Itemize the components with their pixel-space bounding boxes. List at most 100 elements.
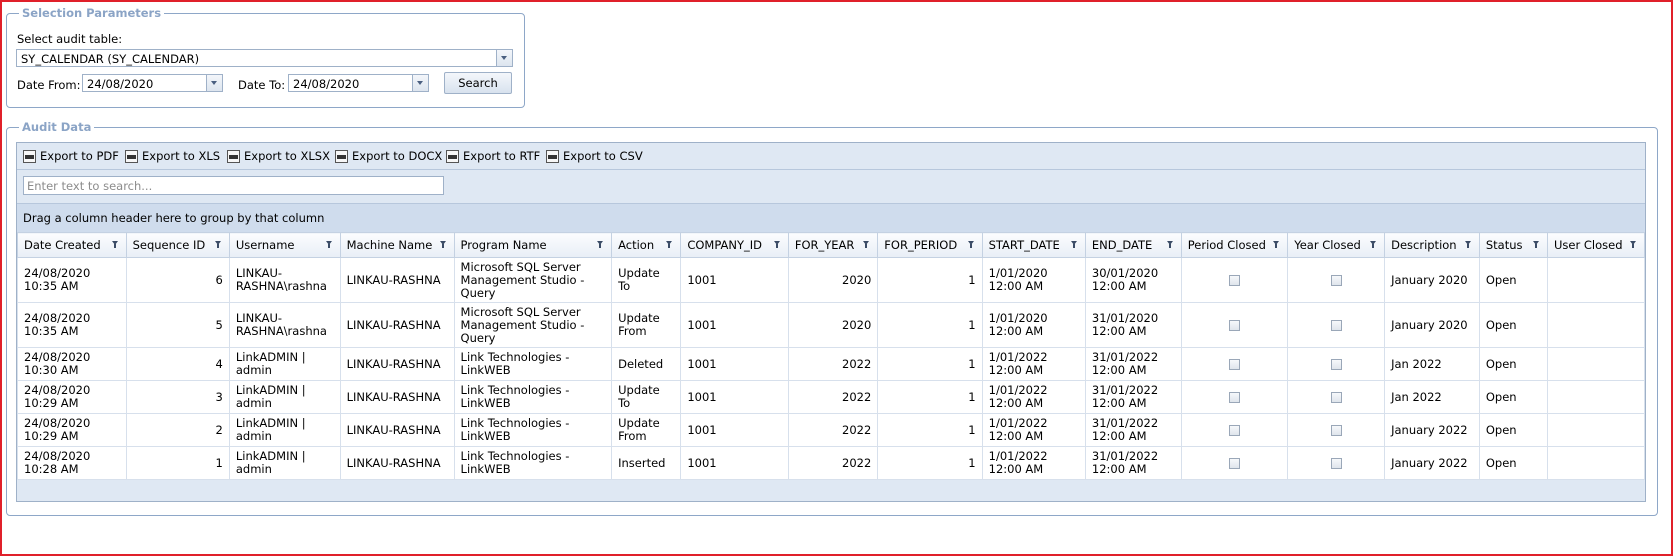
program-name-line: LinkWEB: [460, 462, 511, 476]
period-closed-checkbox[interactable]: [1228, 457, 1240, 469]
filter-icon[interactable]: [214, 241, 221, 248]
filter-icon[interactable]: [967, 241, 974, 248]
column-header-year-closed[interactable]: Year Closed: [1287, 232, 1386, 258]
chevron-down-icon[interactable]: [496, 50, 512, 66]
cell-end-date: 31/01/2020 12:00 AM: [1084, 302, 1182, 348]
filter-icon[interactable]: [1166, 241, 1173, 248]
column-header-date-created[interactable]: Date Created: [17, 232, 127, 258]
filter-icon[interactable]: [1464, 241, 1471, 248]
search-input[interactable]: [27, 178, 437, 193]
cell-start-date: 1/01/2022 12:00 AM: [981, 413, 1086, 447]
export-xls-button[interactable]: Export to XLS: [125, 149, 220, 163]
audit-table-select[interactable]: SY_CALENDAR (SY_CALENDAR): [16, 49, 513, 67]
period-closed-checkbox[interactable]: [1228, 391, 1240, 403]
date-created-line: 10:30 AM: [24, 363, 79, 377]
filter-icon[interactable]: [863, 241, 870, 248]
period-closed-checkbox[interactable]: [1228, 319, 1240, 331]
year-closed-checkbox[interactable]: [1330, 274, 1342, 286]
filter-icon[interactable]: [1533, 241, 1539, 248]
cell-for-period: 1: [877, 380, 983, 414]
selection-parameters-legend: Selection Parameters: [22, 6, 162, 20]
cell-action: Update From: [611, 302, 682, 348]
cell-company-id: 1001: [680, 347, 789, 381]
column-header-program-name[interactable]: Program Name: [453, 232, 613, 258]
column-header-action[interactable]: Action: [611, 232, 682, 258]
column-header-status[interactable]: Status: [1478, 232, 1549, 258]
grid-search-box: [23, 176, 444, 195]
cell-username: LinkADMIN | admin: [228, 446, 341, 480]
cell-description: Jan 2022: [1384, 380, 1480, 414]
filter-icon[interactable]: [773, 241, 780, 248]
period-closed-checkbox[interactable]: [1228, 424, 1240, 436]
year-closed-checkbox[interactable]: [1330, 358, 1342, 370]
table-row[interactable]: 24/08/2020 10:35 AM 6 LINKAU- RASHNA\rashna L…: [17, 257, 1645, 303]
date-from-picker[interactable]: 24/08/2020: [82, 74, 223, 92]
cell-description: Jan 2022: [1384, 347, 1480, 381]
filter-icon[interactable]: [1273, 241, 1280, 248]
year-closed-checkbox[interactable]: [1330, 319, 1342, 331]
cell-user-closed: [1547, 347, 1645, 381]
cell-program-name: Microsoft SQL Server Management Studio -Q…: [453, 302, 613, 348]
end-date-line: 31/01/2022: [1091, 416, 1159, 430]
cell-action: Update To: [611, 257, 682, 303]
export-docx-button[interactable]: Export to DOCX: [335, 149, 442, 163]
group-panel-text: Drag a column header here to group by th…: [23, 211, 325, 225]
column-header-end-date[interactable]: END_DATE: [1084, 232, 1182, 258]
date-to-label: Date To:: [238, 78, 286, 92]
table-row[interactable]: 24/08/2020 10:30 AM 4 LinkADMIN | admin LINKA…: [17, 347, 1645, 381]
column-header-user-closed[interactable]: User Closed: [1547, 232, 1645, 258]
year-closed-checkbox[interactable]: [1330, 424, 1342, 436]
filter-icon[interactable]: [1630, 241, 1636, 248]
column-header-for-period[interactable]: FOR_PERIOD: [877, 232, 983, 258]
export-pdf-button[interactable]: Export to PDF: [23, 149, 119, 163]
filter-icon[interactable]: [1370, 241, 1377, 248]
column-header-description[interactable]: Description: [1384, 232, 1480, 258]
chevron-down-icon[interactable]: [206, 75, 222, 91]
cell-status: Open: [1478, 446, 1549, 480]
filter-icon[interactable]: [597, 241, 604, 248]
export-rtf-button[interactable]: Export to RTF: [446, 149, 540, 163]
date-from-value: 24/08/2020: [87, 77, 154, 91]
column-header-username[interactable]: Username: [228, 232, 341, 258]
column-header-machine-name[interactable]: Machine Name: [339, 232, 455, 258]
action-line: From: [618, 429, 647, 443]
filter-icon[interactable]: [666, 241, 673, 248]
action-line: Update To: [618, 266, 660, 293]
table-row[interactable]: 24/08/2020 10:29 AM 2 LinkADMIN | admin LINKA…: [17, 413, 1645, 447]
action-line: Update To: [618, 383, 660, 410]
export-xlsx-button[interactable]: Export to XLSX: [227, 149, 330, 163]
column-header-sequence-id[interactable]: Sequence ID: [125, 232, 230, 258]
table-row[interactable]: 24/08/2020 10:35 AM 5 LINKAU- RASHNA\rashna L…: [17, 302, 1645, 348]
date-to-picker[interactable]: 24/08/2020: [288, 74, 429, 92]
group-panel[interactable]: Drag a column header here to group by th…: [17, 204, 1645, 233]
cell-username: LINKAU- RASHNA\rashna: [228, 302, 341, 348]
program-name-line: LinkWEB: [460, 396, 511, 410]
chevron-down-icon[interactable]: [412, 75, 428, 91]
export-csv-button[interactable]: Export to CSV: [546, 149, 643, 163]
column-header-for-year[interactable]: FOR_YEAR: [787, 232, 879, 258]
column-header-company-id[interactable]: COMPANY_ID: [680, 232, 789, 258]
cell-date-created: 24/08/2020 10:35 AM: [17, 257, 127, 303]
cell-start-date: 1/01/2020 12:00 AM: [981, 302, 1086, 348]
column-header-period-closed[interactable]: Period Closed: [1180, 232, 1289, 258]
filter-icon[interactable]: [325, 241, 332, 248]
table-row[interactable]: 24/08/2020 10:29 AM 3 LinkADMIN | admin LINKA…: [17, 380, 1645, 414]
period-closed-checkbox[interactable]: [1228, 358, 1240, 370]
search-button[interactable]: Search: [444, 72, 512, 94]
column-header-start-date[interactable]: START_DATE: [981, 232, 1086, 258]
username-line: admin: [235, 429, 272, 443]
cell-company-id: 1001: [680, 302, 789, 348]
year-closed-checkbox[interactable]: [1330, 391, 1342, 403]
cell-user-closed: [1547, 446, 1645, 480]
period-closed-checkbox[interactable]: [1228, 274, 1240, 286]
cell-username: LinkADMIN | admin: [228, 347, 341, 381]
filter-icon[interactable]: [1070, 241, 1077, 248]
filter-icon[interactable]: [439, 241, 446, 248]
cell-start-date: 1/01/2020 12:00 AM: [981, 257, 1086, 303]
table-row[interactable]: 24/08/2020 10:28 AM 1 LinkADMIN | admin LINKA…: [17, 446, 1645, 480]
cell-status: Open: [1478, 302, 1549, 348]
filter-icon[interactable]: [111, 241, 118, 248]
program-name-line: Microsoft SQL Server: [460, 304, 581, 319]
action-line: Inserted: [618, 455, 666, 470]
year-closed-checkbox[interactable]: [1330, 457, 1342, 469]
